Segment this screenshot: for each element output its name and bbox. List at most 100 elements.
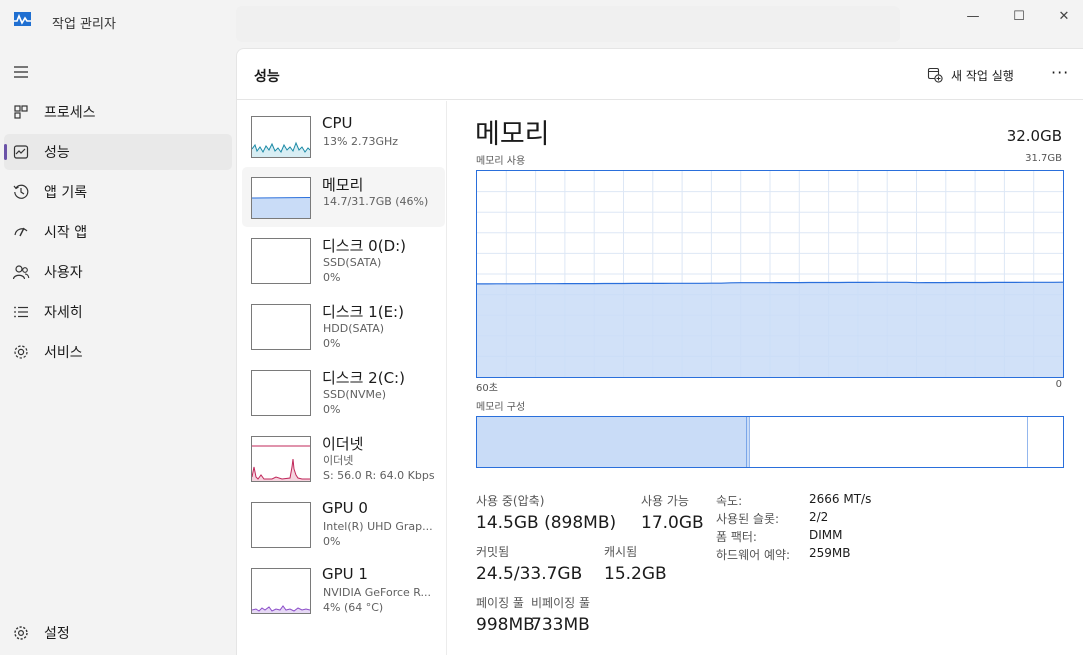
title-bar: 작업 관리자 — ☐ ✕	[0, 0, 1083, 44]
sidebar-item-startup-apps[interactable]: 시작 앱	[4, 214, 232, 250]
graph-axis-left: 60초	[476, 383, 498, 394]
maximize-icon: ☐	[1013, 8, 1025, 24]
slots-used-label: 사용된 슬롯:	[716, 512, 780, 526]
resource-item-gpu1[interactable]: GPU 1 NVIDIA GeForce R... 4% (64 °C)	[242, 565, 445, 625]
gpu1-thumbnail-graph	[251, 568, 311, 614]
memory-usage-label: 메모리 사용	[476, 156, 526, 167]
memory-usage-max: 31.7GB	[1025, 153, 1062, 164]
resource-item-disk1[interactable]: 디스크 1(E:) HDD(SATA) 0%	[242, 301, 445, 361]
cached-label: 캐시됨	[604, 545, 638, 559]
run-new-task-button[interactable]: 새 작업 실행	[927, 63, 1014, 87]
resource-usage: 0%	[323, 271, 341, 284]
more-options-button[interactable]: ···	[1051, 63, 1069, 82]
cached-value: 15.2GB	[604, 564, 667, 584]
window-title: 작업 관리자	[52, 17, 116, 32]
maximize-button[interactable]: ☐	[996, 0, 1042, 32]
resource-detail: NVIDIA GeForce R...	[323, 586, 432, 599]
sidebar-item-label: 서비스	[44, 345, 83, 361]
memory-total: 32.0GB	[1006, 127, 1062, 145]
title-bar-drag-area	[236, 6, 900, 42]
services-icon	[14, 345, 28, 359]
sidebar-item-label: 시작 앱	[44, 225, 88, 241]
sidebar-item-label: 성능	[44, 145, 70, 161]
ethernet-thumbnail-graph	[251, 436, 311, 482]
speed-label: 속도:	[716, 494, 743, 508]
resource-name: CPU	[322, 114, 353, 132]
active-indicator	[4, 144, 7, 160]
main-panel: 성능 새 작업 실행 ··· CPU 13% 2.73GHz 메모리 14.7/…	[236, 48, 1083, 655]
resource-name: GPU 0	[322, 499, 368, 517]
hardware-reserved-label: 하드웨어 예약:	[716, 548, 791, 562]
nonpaged-pool-label: 비페이징 풀	[531, 596, 591, 610]
disk2-thumbnail-graph	[251, 370, 311, 416]
memory-thumbnail-graph	[251, 177, 311, 219]
committed-value: 24.5/33.7GB	[476, 564, 583, 584]
resource-name: 디스크 2(C:)	[322, 369, 405, 387]
available-label: 사용 가능	[641, 494, 689, 508]
resource-name: GPU 1	[322, 565, 368, 583]
sidebar-item-processes[interactable]: 프로세스	[4, 94, 232, 130]
speed-value: 2666 MT/s	[809, 492, 872, 506]
memory-composition-bar	[476, 416, 1064, 468]
composition-in-use	[477, 417, 747, 467]
sidebar-item-label: 자세히	[44, 305, 83, 321]
resource-item-cpu[interactable]: CPU 13% 2.73GHz	[242, 111, 445, 171]
minimize-button[interactable]: —	[950, 0, 996, 32]
task-manager-icon	[14, 12, 31, 26]
resource-usage: S: 56.0 R: 64.0 Kbps	[323, 469, 435, 482]
sidebar-item-performance[interactable]: 성능	[4, 134, 232, 170]
resource-detail: SSD(SATA)	[323, 256, 382, 269]
page-title: 성능	[254, 69, 280, 85]
resource-detail: 14.7/31.7GB (46%)	[323, 195, 429, 208]
sidebar-item-label: 앱 기록	[44, 185, 88, 201]
gear-icon	[14, 626, 28, 640]
new-task-icon	[927, 67, 943, 83]
disk0-thumbnail-graph	[251, 238, 311, 284]
run-new-task-label: 새 작업 실행	[951, 68, 1014, 83]
details-icon	[14, 306, 28, 318]
resource-item-ethernet[interactable]: 이더넷 이더넷 S: 56.0 R: 64.0 Kbps	[242, 433, 445, 493]
memory-composition-label: 메모리 구성	[476, 402, 526, 413]
available-value: 17.0GB	[641, 513, 704, 533]
in-use-value: 14.5GB (898MB)	[476, 513, 617, 533]
form-factor-value: DIMM	[809, 528, 843, 542]
resource-item-disk2[interactable]: 디스크 2(C:) SSD(NVMe) 0%	[242, 367, 445, 427]
resource-name: 이더넷	[322, 435, 364, 453]
resource-item-memory[interactable]: 메모리 14.7/31.7GB (46%)	[242, 167, 445, 227]
resource-detail: 이더넷	[323, 454, 354, 467]
users-icon	[12, 265, 30, 280]
sidebar-item-app-history[interactable]: 앱 기록	[4, 174, 232, 210]
hardware-reserved-value: 259MB	[809, 546, 851, 560]
startup-icon	[14, 227, 28, 237]
memory-usage-area	[477, 282, 1063, 377]
resource-name: 디스크 1(E:)	[322, 303, 404, 321]
resource-usage: 4% (64 °C)	[323, 601, 384, 614]
slots-used-value: 2/2	[809, 510, 829, 524]
sidebar-item-services[interactable]: 서비스	[4, 334, 232, 370]
menu-toggle-button[interactable]	[4, 54, 232, 90]
detail-title: 메모리	[475, 119, 550, 150]
hamburger-icon	[14, 66, 28, 78]
committed-label: 커밋됨	[476, 545, 510, 559]
close-button[interactable]: ✕	[1041, 0, 1083, 32]
sidebar-item-users[interactable]: 사용자	[4, 254, 232, 290]
resource-usage: 0%	[323, 535, 341, 548]
memory-usage-graph	[476, 170, 1064, 378]
resource-detail: Intel(R) UHD Grap...	[323, 520, 433, 533]
sidebar-item-details[interactable]: 자세히	[4, 294, 232, 330]
close-icon: ✕	[1058, 8, 1070, 24]
form-factor-label: 폼 팩터:	[716, 530, 757, 544]
graph-axis-right: 0	[1055, 379, 1062, 390]
nonpaged-pool-value: 733MB	[531, 615, 590, 635]
resource-name: 디스크 0(D:)	[322, 237, 407, 255]
performance-icon	[13, 145, 29, 159]
processes-icon	[14, 105, 28, 119]
in-use-label: 사용 중(압축)	[476, 494, 545, 508]
sidebar-item-label: 설정	[44, 626, 70, 642]
resource-item-disk0[interactable]: 디스크 0(D:) SSD(SATA) 0%	[242, 235, 445, 295]
resource-item-gpu0[interactable]: GPU 0 Intel(R) UHD Grap... 0%	[242, 499, 445, 559]
resource-detail: SSD(NVMe)	[323, 388, 387, 401]
resource-detail: 13% 2.73GHz	[323, 135, 399, 148]
sidebar-item-settings[interactable]: 설정	[4, 615, 232, 651]
resource-usage: 0%	[323, 337, 341, 350]
